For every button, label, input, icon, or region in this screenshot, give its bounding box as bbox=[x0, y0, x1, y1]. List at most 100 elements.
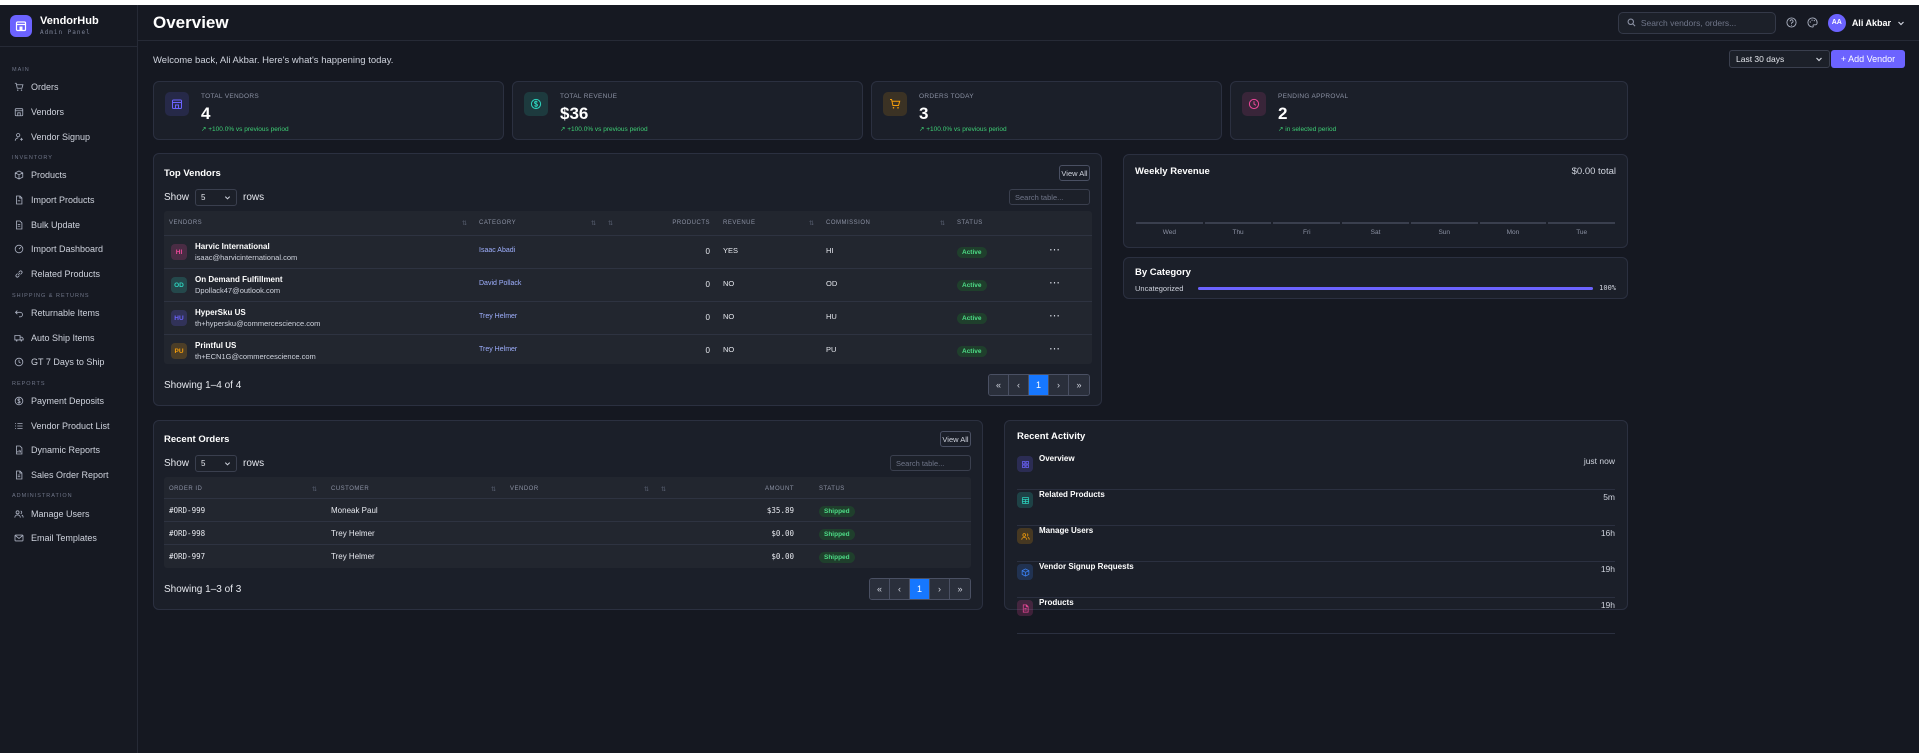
sort-icon[interactable]: ⇅ bbox=[491, 486, 497, 493]
sidebar-item-vendor-signup[interactable]: Vendor Signup bbox=[0, 124, 137, 149]
main: Overview AA Ali Akbar Welcome back, Ali … bbox=[138, 5, 1919, 753]
sidebar-item-payment-deposits[interactable]: Payment Deposits bbox=[0, 389, 137, 414]
sort-icon[interactable]: ⇅ bbox=[608, 220, 614, 227]
more-icon[interactable]: ⋯ bbox=[1049, 243, 1060, 256]
table-row[interactable]: HI Harvic International isaac@harvicintern… bbox=[164, 235, 1092, 268]
last-page-button[interactable]: » bbox=[950, 579, 970, 599]
activity-item[interactable]: Manage Users 16h bbox=[1017, 526, 1615, 562]
file-import-icon bbox=[14, 195, 31, 205]
column-header-status[interactable]: STATUS bbox=[819, 486, 845, 492]
prev-page-button[interactable]: ‹ bbox=[890, 579, 910, 599]
sidebar-item-orders[interactable]: Orders bbox=[0, 75, 137, 100]
chevron-down-icon bbox=[224, 196, 231, 200]
sidebar-item-vendors[interactable]: Vendors bbox=[0, 100, 137, 125]
table-row[interactable]: #ORD-997 Trey Helmer $0.00 Shipped bbox=[164, 544, 971, 567]
order-id: #ORD-998 bbox=[169, 529, 206, 538]
sort-icon[interactable]: ⇅ bbox=[644, 486, 650, 493]
view-all-vendors-button[interactable]: View All bbox=[1059, 165, 1090, 181]
sidebar-item-dynamic-reports[interactable]: Dynamic Reports bbox=[0, 438, 137, 463]
activity-name: Related Products bbox=[1039, 490, 1105, 499]
weekly-day-label: Mon bbox=[1506, 229, 1520, 236]
column-header-customer[interactable]: CUSTOMER bbox=[331, 486, 369, 492]
column-header-status[interactable]: STATUS bbox=[957, 220, 983, 226]
stat-label: PENDING APPROVAL bbox=[1278, 93, 1349, 100]
more-icon[interactable]: ⋯ bbox=[1049, 342, 1060, 355]
weekly-bar-fill bbox=[1273, 222, 1341, 224]
weekly-day-label: Sun bbox=[1438, 229, 1451, 236]
orders-page-size-select[interactable]: 5 bbox=[195, 455, 238, 472]
more-icon[interactable]: ⋯ bbox=[1049, 276, 1060, 289]
add-vendor-button[interactable]: + Add Vendor bbox=[1831, 50, 1905, 68]
sidebar-item-gt-7-days-to-ship[interactable]: GT 7 Days to Ship bbox=[0, 350, 137, 375]
brand[interactable]: VendorHub Admin Panel bbox=[0, 5, 137, 47]
vendor-avatar: HI bbox=[171, 244, 187, 260]
weekly-day-label: Thu bbox=[1232, 229, 1244, 236]
page-button-current[interactable]: 1 bbox=[1029, 375, 1049, 395]
table-row[interactable]: #ORD-999 Moneak Paul $35.89 Shipped bbox=[164, 498, 971, 521]
sidebar-item-manage-users[interactable]: Manage Users bbox=[0, 501, 137, 526]
activity-item[interactable]: Products 19h bbox=[1017, 598, 1615, 634]
vendor-table-search[interactable] bbox=[1009, 189, 1090, 205]
page-size-control: Show 5 rows bbox=[164, 189, 264, 206]
prev-page-button[interactable]: ‹ bbox=[1009, 375, 1029, 395]
activity-item[interactable]: Overview just now bbox=[1017, 454, 1615, 490]
orders-table-search[interactable] bbox=[890, 455, 971, 471]
column-header-category[interactable]: CATEGORY bbox=[479, 220, 516, 226]
sort-icon[interactable]: ⇅ bbox=[661, 486, 667, 493]
sort-icon[interactable]: ⇅ bbox=[809, 220, 815, 227]
more-icon[interactable]: ⋯ bbox=[1049, 309, 1060, 322]
vendor-category: Isaac Abadi bbox=[479, 247, 516, 254]
page-size-select[interactable]: 5 bbox=[195, 189, 238, 206]
view-all-orders-button[interactable]: View All bbox=[940, 431, 971, 447]
palette-icon[interactable] bbox=[1807, 17, 1818, 28]
sidebar-item-vendor-product-list[interactable]: Vendor Product List bbox=[0, 413, 137, 438]
table-row[interactable]: PU Printful US th+ECN1G@commercescience.co… bbox=[164, 334, 1092, 367]
sidebar-item-import-dashboard[interactable]: Import Dashboard bbox=[0, 237, 137, 262]
first-page-button[interactable]: « bbox=[989, 375, 1009, 395]
page-button-current[interactable]: 1 bbox=[910, 579, 930, 599]
sidebar-item-returnable-items[interactable]: Returnable Items bbox=[0, 301, 137, 326]
column-header-products[interactable]: PRODUCTS bbox=[672, 220, 710, 226]
weekly-bar: Wed bbox=[1136, 222, 1203, 242]
recent-orders-card: Recent Orders View All Show 5 rows ORDER… bbox=[153, 420, 983, 610]
sidebar-item-related-products[interactable]: Related Products bbox=[0, 262, 137, 287]
global-search[interactable] bbox=[1617, 11, 1776, 34]
first-page-button[interactable]: « bbox=[870, 579, 890, 599]
column-header-commission[interactable]: COMMISSION bbox=[826, 220, 870, 226]
vendors-showing-text: Showing 1–4 of 4 bbox=[164, 380, 242, 391]
column-header-order-id[interactable]: ORDER ID bbox=[169, 486, 202, 492]
sidebar-item-sales-order-report[interactable]: Sales Order Report bbox=[0, 463, 137, 488]
user-menu[interactable]: AA Ali Akbar bbox=[1827, 13, 1905, 32]
order-amount: $0.00 bbox=[771, 552, 794, 561]
activity-item[interactable]: Vendor Signup Requests 19h bbox=[1017, 562, 1615, 598]
search-input[interactable] bbox=[1640, 17, 1761, 28]
sidebar-item-email-templates[interactable]: Email Templates bbox=[0, 526, 137, 551]
vendor-table-search-input[interactable] bbox=[1015, 192, 1089, 202]
table-row[interactable]: OD On Demand Fulfillment Dpollack47@outloo… bbox=[164, 268, 1092, 301]
next-page-button[interactable]: › bbox=[930, 579, 950, 599]
period-select[interactable]: Last 30 days bbox=[1729, 50, 1830, 68]
vendor-name: HyperSku US bbox=[195, 308, 246, 317]
sidebar-item-import-products[interactable]: Import Products bbox=[0, 188, 137, 213]
sort-icon[interactable]: ⇅ bbox=[591, 220, 597, 227]
column-header-vendor[interactable]: VENDOR bbox=[510, 486, 539, 492]
table-row[interactable]: #ORD-998 Trey Helmer $0.00 Shipped bbox=[164, 521, 971, 544]
stat-card-pending-approval: PENDING APPROVAL 2 ↗ in selected period bbox=[1230, 81, 1628, 140]
orders-table-search-input[interactable] bbox=[896, 458, 970, 468]
next-page-button[interactable]: › bbox=[1049, 375, 1069, 395]
sidebar-section-title: MAIN bbox=[12, 67, 30, 73]
table-row[interactable]: HU HyperSku US th+hypersku@commercescience… bbox=[164, 301, 1092, 334]
column-header-amount[interactable]: AMOUNT bbox=[765, 486, 794, 492]
sort-icon[interactable]: ⇅ bbox=[462, 220, 468, 227]
help-icon[interactable] bbox=[1786, 17, 1797, 28]
sidebar-item-auto-ship-items[interactable]: Auto Ship Items bbox=[0, 325, 137, 350]
column-header-revenue[interactable]: REVENUE bbox=[723, 220, 756, 226]
sidebar-item-products[interactable]: Products bbox=[0, 163, 137, 188]
column-header-vendors[interactable]: VENDORS bbox=[169, 220, 202, 226]
chevron-down-icon bbox=[1816, 57, 1822, 62]
sidebar-item-bulk-update[interactable]: Bulk Update bbox=[0, 212, 137, 237]
sort-icon[interactable]: ⇅ bbox=[940, 220, 946, 227]
last-page-button[interactable]: » bbox=[1069, 375, 1089, 395]
activity-item[interactable]: Related Products 5m bbox=[1017, 490, 1615, 526]
sort-icon[interactable]: ⇅ bbox=[312, 486, 318, 493]
